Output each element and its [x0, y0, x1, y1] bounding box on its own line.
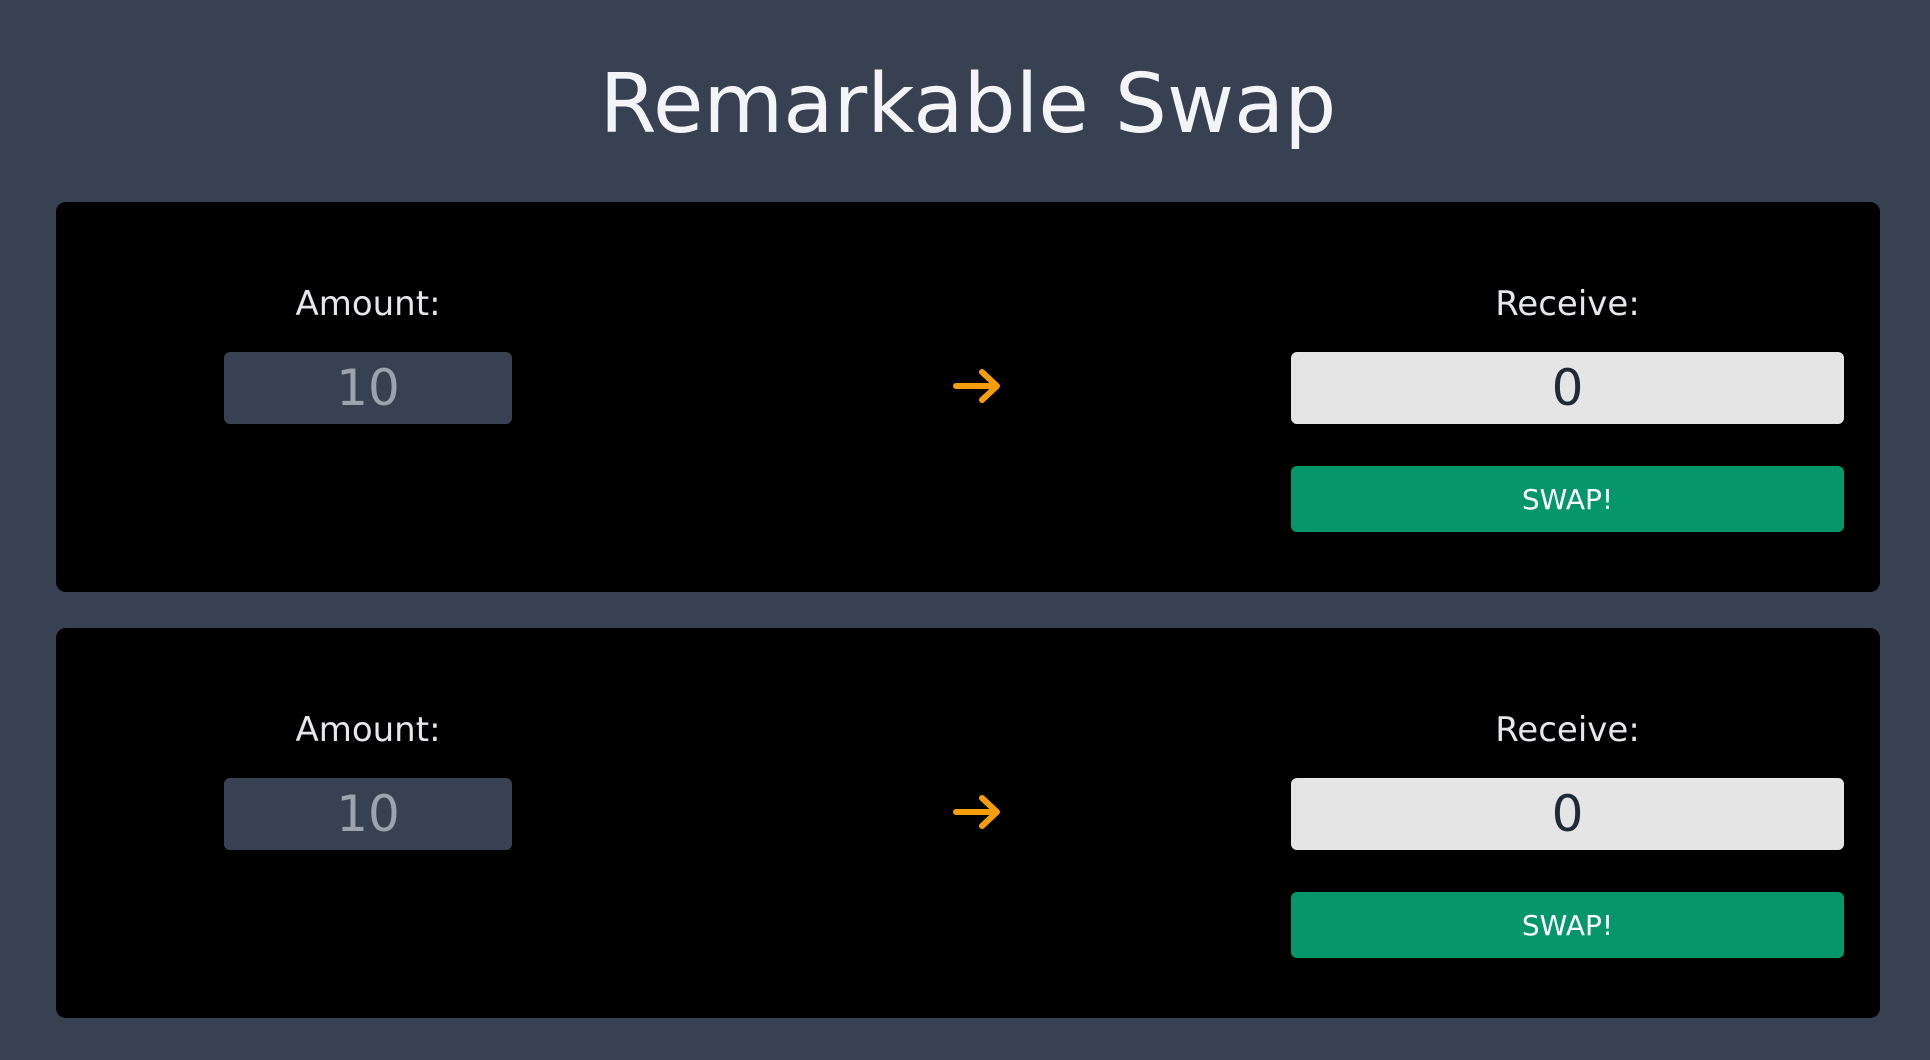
receive-output-field[interactable]: [1291, 352, 1844, 424]
amount-label: Amount:: [295, 284, 441, 324]
amount-label: Amount:: [295, 710, 441, 750]
swap-card-2: Amount: Receive: SWAP!: [56, 628, 1880, 1018]
amount-input[interactable]: [224, 778, 512, 850]
page-title: Remarkable Swap: [599, 57, 1337, 152]
swap-card-1: Amount: Receive: SWAP!: [56, 202, 1880, 592]
arrow-right-icon: [943, 360, 1013, 412]
arrow-right-icon: [943, 786, 1013, 838]
receive-label: Receive:: [1495, 710, 1640, 750]
swap-button[interactable]: SWAP!: [1291, 466, 1844, 532]
receive-output-field[interactable]: [1291, 778, 1844, 850]
swap-button[interactable]: SWAP!: [1291, 892, 1844, 958]
receive-label: Receive:: [1495, 284, 1640, 324]
amount-input[interactable]: [224, 352, 512, 424]
